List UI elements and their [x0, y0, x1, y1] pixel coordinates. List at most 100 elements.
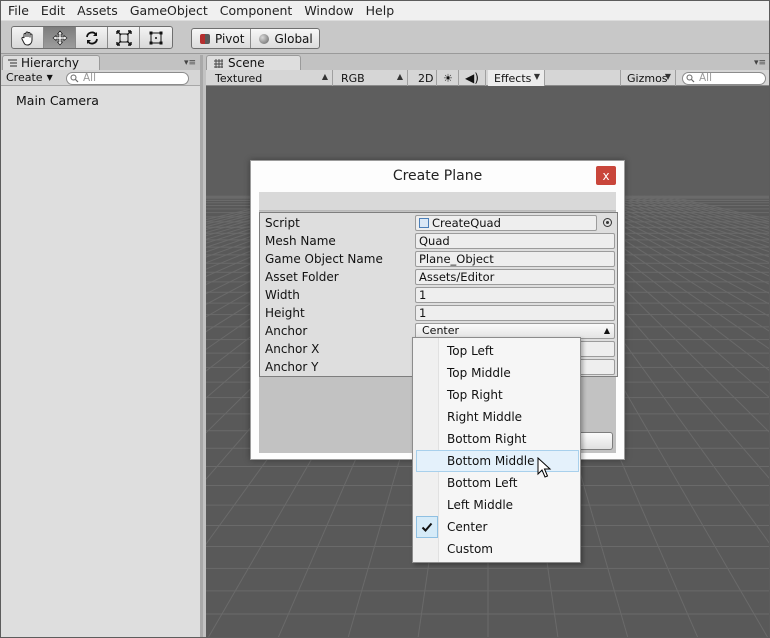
checkmark-icon [416, 516, 438, 538]
lighting-toggle[interactable]: ☀ [437, 70, 459, 86]
tab-hierarchy[interactable]: Hierarchy [2, 55, 100, 70]
globe-icon [259, 33, 270, 44]
create-label: Create [6, 71, 43, 84]
height-field[interactable]: 1 [415, 305, 615, 321]
scene-toolbar: Textured ▲ RGB ▲ 2D ☀ ◀) Effects ▼ Gizmo… [206, 70, 770, 86]
menu-window[interactable]: Window [298, 3, 359, 18]
mesh-name-field[interactable]: Quad [415, 233, 615, 249]
anchor-value: Center [422, 324, 460, 337]
menu-gameobject[interactable]: GameObject [124, 3, 214, 18]
rotate-icon [85, 31, 98, 44]
transform-tools [11, 26, 173, 49]
script-object-field[interactable]: CreateQuad [415, 215, 597, 231]
scene-search-input[interactable]: All [682, 72, 766, 85]
gizmos-label: Gizmos [627, 71, 668, 85]
pivot-label: Pivot [215, 31, 245, 46]
close-icon: x [602, 168, 610, 183]
field-label-height: Height [265, 306, 305, 320]
sun-icon: ☀ [443, 71, 453, 85]
render-mode-dropdown[interactable]: RGB ▲ [335, 70, 408, 86]
2d-label: 2D [418, 71, 434, 85]
chevron-down-icon: ▼ [533, 72, 540, 81]
search-icon [686, 74, 695, 83]
game-object-name-field[interactable]: Plane_Object [415, 251, 615, 267]
menu-item-center[interactable]: Center [416, 516, 579, 538]
rect-tool-icon [149, 31, 163, 44]
scene-panel-menu-icon[interactable]: ▾≡ [754, 58, 766, 68]
field-label-game-object-name: Game Object Name [265, 252, 383, 266]
list-icon [8, 59, 17, 67]
updown-arrow-icon: ▲ [321, 72, 328, 81]
menu-item-label: Bottom Middle [447, 454, 535, 468]
global-label: Global [274, 31, 313, 46]
width-field[interactable]: 1 [415, 287, 615, 303]
effects-dropdown[interactable]: Effects ▼ [488, 70, 545, 86]
speaker-icon: ◀) [465, 71, 479, 85]
tab-scene[interactable]: Scene [206, 55, 301, 70]
field-label-anchor-y: Anchor Y [265, 360, 319, 374]
menu-item-label: Bottom Right [447, 432, 527, 446]
hierarchy-search-input[interactable]: All [66, 72, 189, 85]
pivot-icon [200, 33, 210, 44]
hand-tool-button[interactable] [12, 27, 44, 48]
hierarchy-item-main-camera[interactable]: Main Camera [16, 93, 99, 108]
hierarchy-tab-row: Hierarchy ▾≡ [0, 55, 200, 70]
menu-item-label: Top Right [447, 388, 503, 402]
hierarchy-tab-label: Hierarchy [21, 56, 80, 70]
rect-tool-button[interactable] [140, 27, 172, 48]
object-picker-icon[interactable] [603, 218, 612, 227]
render-mode-label: RGB [341, 71, 365, 85]
hierarchy-toolbar: Create ▼ All [0, 70, 200, 86]
2d-toggle[interactable]: 2D [412, 70, 437, 86]
global-button[interactable]: Global [251, 29, 318, 48]
audio-toggle[interactable]: ◀) [459, 70, 486, 86]
menu-item-top-right[interactable]: Top Right [416, 384, 579, 406]
mouse-cursor-icon [537, 457, 552, 478]
scene-tab-row: Scene ▾≡ [206, 55, 770, 70]
menu-item-label: Left Middle [447, 498, 514, 512]
panel-menu-icon[interactable]: ▾≡ [184, 58, 196, 68]
gizmos-dropdown[interactable]: Gizmos ▼ [620, 70, 676, 86]
menu-item-top-middle[interactable]: Top Middle [416, 362, 579, 384]
main-toolbar: Pivot Global [0, 21, 770, 54]
menu-file[interactable]: File [2, 3, 35, 18]
pivot-button[interactable]: Pivot [192, 29, 252, 48]
field-row-mesh-name: Mesh Name Quad [265, 232, 615, 250]
field-row-game-object-name: Game Object Name Plane_Object [265, 250, 615, 268]
menu-assets[interactable]: Assets [71, 3, 124, 18]
menu-item-right-middle[interactable]: Right Middle [416, 406, 579, 428]
shading-mode-dropdown[interactable]: Textured ▲ [209, 70, 333, 86]
anchor-dropdown-menu: Top Left Top Middle Top Right Right Midd… [412, 337, 581, 563]
script-icon [419, 218, 429, 228]
rotate-tool-button[interactable] [76, 27, 108, 48]
menu-item-custom[interactable]: Custom [416, 538, 579, 560]
field-row-asset-folder: Asset Folder Assets/Editor [265, 268, 615, 286]
menu-bar: File Edit Assets GameObject Component Wi… [0, 0, 770, 21]
scale-tool-button[interactable] [108, 27, 140, 48]
field-label-anchor-x: Anchor X [265, 342, 320, 356]
menu-edit[interactable]: Edit [35, 3, 71, 18]
shading-mode-label: Textured [215, 71, 263, 85]
menu-item-bottom-middle[interactable]: Bottom Middle [416, 450, 579, 472]
move-icon [52, 30, 67, 45]
move-tool-button[interactable] [44, 27, 76, 48]
scene-tab-label: Scene [228, 56, 265, 70]
pivot-toggle-group: Pivot Global [191, 28, 320, 49]
close-button[interactable]: x [596, 166, 616, 185]
menu-help[interactable]: Help [360, 3, 401, 18]
menu-item-bottom-right[interactable]: Bottom Right [416, 428, 579, 450]
field-label-mesh-name: Mesh Name [265, 234, 336, 248]
menu-component[interactable]: Component [214, 3, 299, 18]
create-dropdown[interactable]: Create ▼ [6, 71, 53, 84]
grid-icon [214, 58, 223, 68]
effects-label: Effects [494, 71, 532, 85]
field-row-width: Width 1 [265, 286, 615, 304]
menu-item-bottom-left[interactable]: Bottom Left [416, 472, 579, 494]
field-row-height: Height 1 [265, 304, 615, 322]
dialog-title: Create Plane [392, 168, 483, 184]
menu-item-left-middle[interactable]: Left Middle [416, 494, 579, 516]
asset-folder-field[interactable]: Assets/Editor [415, 269, 615, 285]
hierarchy-search-placeholder: All [83, 72, 97, 84]
menu-item-top-left[interactable]: Top Left [416, 340, 579, 362]
field-label-anchor: Anchor [265, 324, 308, 338]
